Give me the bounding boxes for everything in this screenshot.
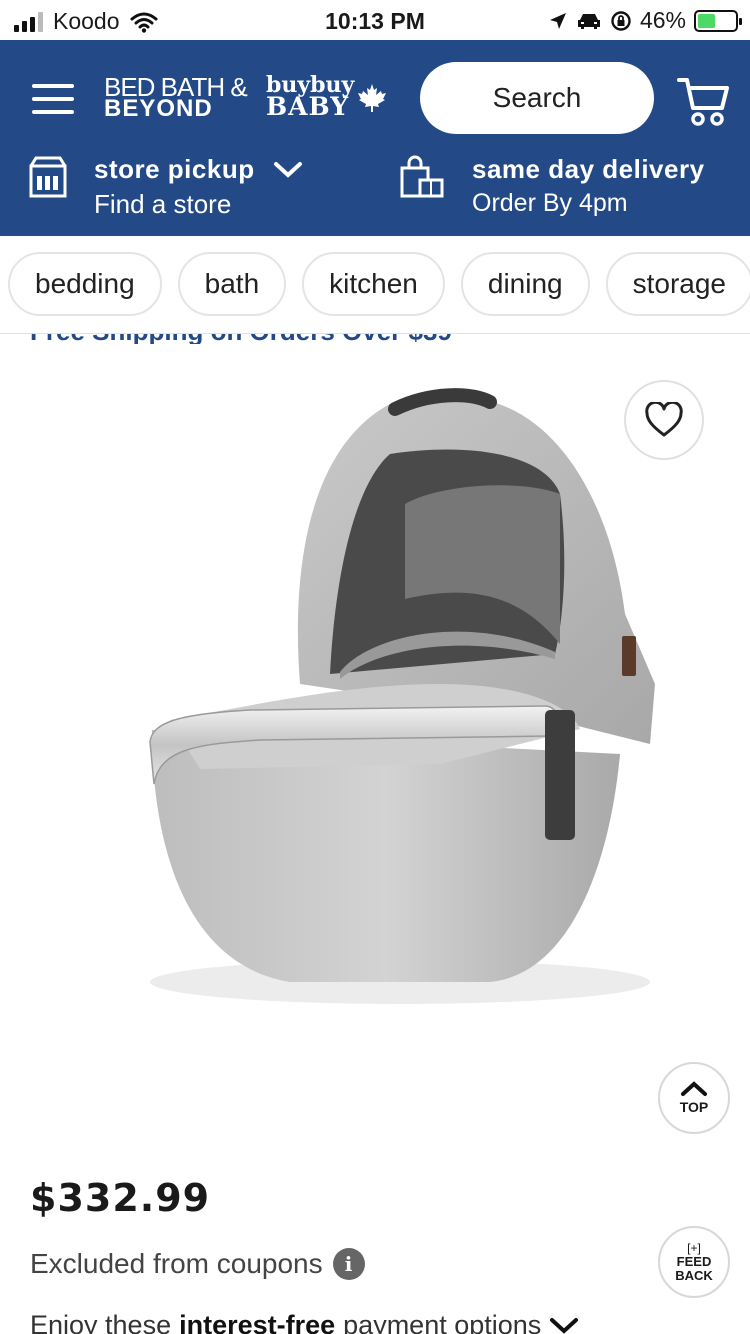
store-icon	[29, 156, 67, 198]
back-to-top-button[interactable]: TOP	[658, 1062, 730, 1134]
maple-leaf-icon	[358, 84, 386, 112]
coupon-exclusion: Excluded from coupons i	[30, 1248, 365, 1280]
logo-secondary-line2: BABY	[266, 92, 350, 121]
feedback-button[interactable]: [+] FEED BACK	[658, 1226, 730, 1298]
category-chip-storage[interactable]: storage	[605, 252, 750, 316]
favorite-button[interactable]	[624, 380, 704, 460]
category-chip-dining[interactable]: dining	[460, 252, 590, 316]
chevron-up-icon	[681, 1081, 707, 1096]
top-label: TOP	[679, 1099, 709, 1115]
order-by-text: Order By 4pm	[472, 189, 628, 217]
battery-icon	[694, 9, 742, 32]
status-right: 46%	[548, 7, 742, 34]
info-icon[interactable]: i	[332, 1248, 365, 1280]
status-bar: Koodo 10:13 PM 46%	[0, 0, 750, 40]
feedback-line1: FEED	[676, 1254, 712, 1269]
category-bar: bedding bath kitchen dining storage	[0, 236, 750, 334]
battery-fill	[698, 13, 715, 28]
location-arrow-icon	[549, 12, 566, 29]
cart-icon[interactable]	[676, 74, 730, 128]
promo-text: Free Shipping on Orders Over $39	[30, 334, 452, 344]
find-store-link[interactable]: Find a store	[94, 189, 303, 220]
category-chip-bedding[interactable]: bedding	[8, 252, 162, 316]
payment-prefix: Enjoy these	[30, 1310, 172, 1334]
feedback-plus: [+]	[687, 1241, 701, 1255]
promo-banner: Free Shipping on Orders Over $39	[0, 334, 750, 344]
buybuy-baby-logo[interactable]: buybuy BABY	[266, 74, 354, 121]
bed-bath-beyond-logo[interactable]: BED BATH & BEYOND	[104, 74, 248, 121]
delivery-bag-icon	[400, 155, 444, 198]
product-price: $332.99	[30, 1176, 211, 1220]
feedback-line2: BACK	[675, 1268, 713, 1283]
payment-bold: interest-free	[179, 1310, 336, 1334]
category-chip-row: bedding bath kitchen dining storage	[8, 252, 750, 316]
battery-percent: 46%	[639, 7, 686, 33]
payment-suffix: payment options	[343, 1310, 542, 1334]
category-chip-kitchen[interactable]: kitchen	[302, 252, 445, 316]
chevron-down-icon	[550, 1317, 579, 1334]
chevron-down-icon	[273, 161, 302, 178]
product-image-area: TOP	[0, 344, 750, 1134]
same-day-delivery[interactable]: same day delivery Order By 4pm	[398, 154, 705, 218]
category-chip-bath[interactable]: bath	[177, 252, 287, 316]
store-pickup-title: store pickup	[94, 154, 255, 184]
rotation-lock-icon	[611, 10, 631, 31]
heart-icon	[645, 402, 683, 437]
product-image[interactable]	[140, 384, 670, 1024]
car-icon	[577, 13, 600, 29]
store-pickup[interactable]: store pickup Find a store	[28, 154, 303, 220]
site-header: BED BATH & BEYOND buybuy BABY Search sto…	[0, 40, 750, 236]
coupon-exclusion-text: Excluded from coupons	[30, 1248, 323, 1279]
search-button[interactable]: Search	[420, 62, 654, 134]
hamburger-menu-icon[interactable]	[32, 84, 74, 114]
same-day-delivery-title: same day delivery	[472, 154, 705, 184]
payment-options-toggle[interactable]: Enjoy these interest-free payment option…	[30, 1310, 579, 1334]
